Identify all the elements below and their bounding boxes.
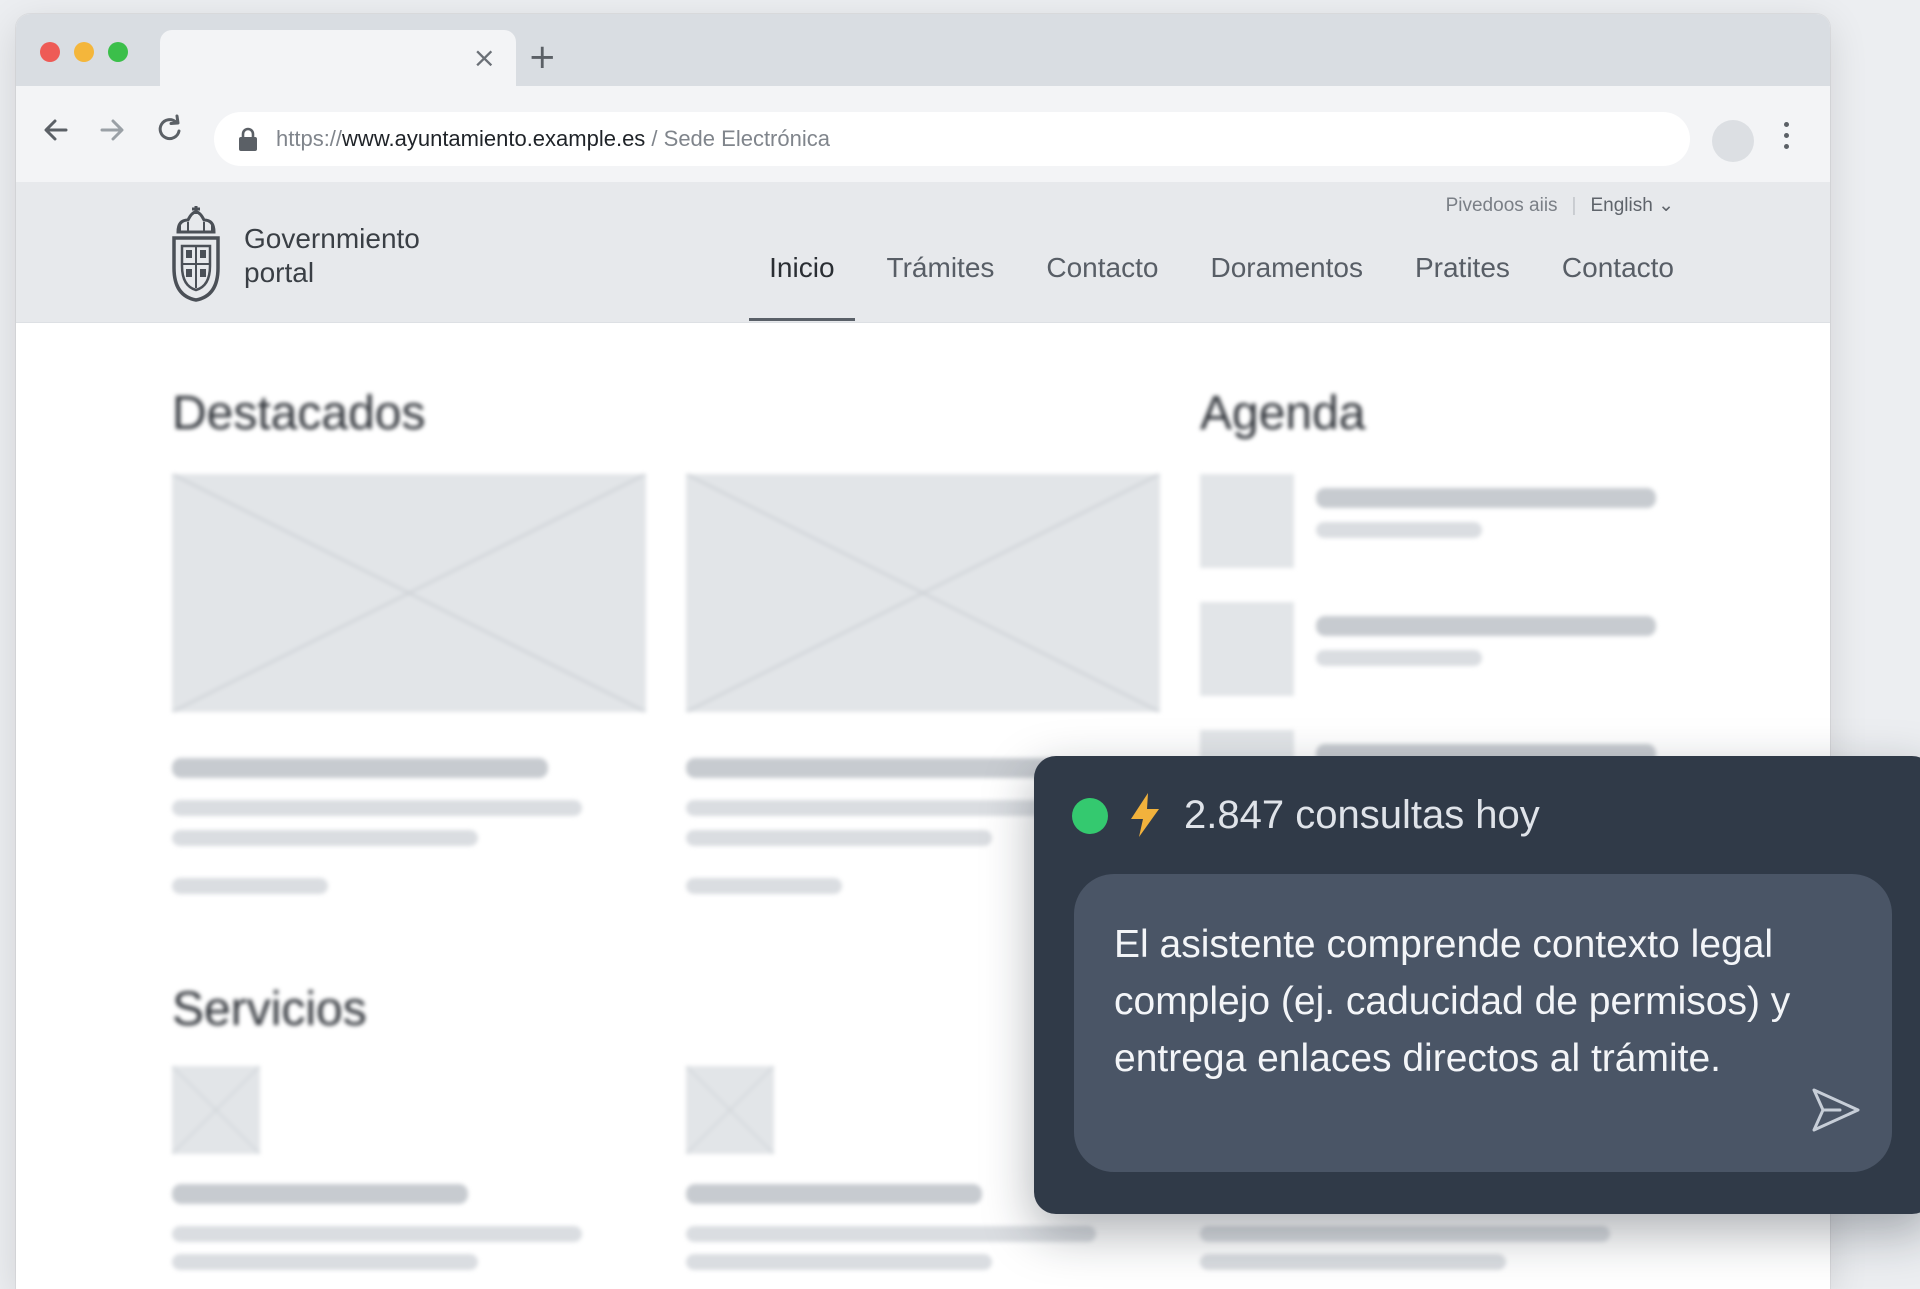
tab-bar: × + (16, 14, 1830, 86)
agenda-thumbnail[interactable] (1200, 474, 1294, 568)
text-placeholder (1200, 1226, 1610, 1242)
maximize-window-button[interactable] (108, 42, 128, 62)
nav-item-contacto[interactable]: Contacto (1046, 248, 1158, 288)
browser-toolbar: https://www.ayuntamiento.example.es / Se… (16, 86, 1830, 183)
close-window-button[interactable] (40, 42, 60, 62)
utility-links: Pivedoos aiis | English ⌄ (1446, 194, 1674, 217)
text-placeholder (172, 1184, 468, 1204)
service-icon-placeholder[interactable] (686, 1066, 774, 1154)
nav-item-doramentos[interactable]: Doramentos (1210, 248, 1363, 288)
featured-heading: Destacados (172, 387, 426, 440)
agenda-thumbnail[interactable] (1200, 602, 1294, 696)
utility-link[interactable]: Pivedoos aiis (1446, 195, 1558, 216)
browser-menu-icon[interactable] (1780, 116, 1792, 166)
minimize-window-button[interactable] (74, 42, 94, 62)
services-heading: Servicios (172, 983, 367, 1036)
text-placeholder (686, 878, 842, 894)
profile-avatar[interactable] (1712, 120, 1754, 162)
forward-icon[interactable] (92, 110, 132, 150)
text-placeholder (172, 1226, 582, 1242)
logo-line-2: portal (244, 257, 315, 288)
text-placeholder (686, 830, 992, 846)
agenda-heading: Agenda (1200, 387, 1366, 440)
reload-icon[interactable] (150, 110, 190, 150)
nav-item-inicio[interactable]: Inicio (749, 248, 856, 321)
nav-item-pratites[interactable]: Pratites (1415, 248, 1510, 288)
language-selector[interactable]: English ⌄ (1590, 195, 1674, 216)
text-placeholder (686, 800, 1046, 816)
new-tab-button[interactable]: + (528, 40, 557, 74)
text-placeholder (1316, 650, 1482, 666)
text-placeholder (686, 1254, 992, 1270)
lightning-icon (1131, 793, 1159, 837)
assistant-message-text: El asistente comprende contexto legal co… (1114, 923, 1791, 1080)
text-placeholder (686, 758, 1062, 778)
text-placeholder (172, 878, 328, 894)
text-placeholder (686, 1226, 1096, 1242)
browser-tab[interactable]: × (160, 30, 516, 86)
text-placeholder (172, 800, 582, 816)
online-status-indicator (1072, 798, 1108, 834)
address-bar[interactable]: https://www.ayuntamiento.example.es / Se… (214, 112, 1690, 166)
featured-image-placeholder[interactable] (686, 474, 1160, 712)
service-icon-placeholder[interactable] (172, 1066, 260, 1154)
assistant-chat-panel: 2.847 consultas hoy El asistente compren… (1034, 756, 1920, 1214)
back-icon[interactable] (36, 110, 76, 150)
text-placeholder (1316, 488, 1656, 508)
text-placeholder (1316, 522, 1482, 538)
main-navigation: Inicio Trámites Contacto Doramentos Prat… (749, 248, 1674, 321)
lock-icon (239, 127, 257, 151)
send-icon[interactable] (1810, 1086, 1862, 1134)
url-text: https://www.ayuntamiento.example.es / Se… (276, 126, 830, 151)
site-logo-text[interactable]: Governmiento portal (244, 222, 420, 290)
text-placeholder (1200, 1254, 1506, 1270)
logo-line-1: Governmiento (244, 223, 420, 254)
close-tab-icon[interactable]: × (473, 42, 496, 74)
text-placeholder (1316, 616, 1656, 636)
queries-count: 2.847 consultas hoy (1184, 793, 1540, 837)
assistant-message-bubble: El asistente comprende contexto legal co… (1074, 874, 1892, 1172)
featured-image-placeholder[interactable] (172, 474, 646, 712)
nav-item-contacto-2[interactable]: Contacto (1562, 248, 1674, 288)
text-placeholder (686, 1184, 982, 1204)
coat-of-arms-icon[interactable] (170, 206, 222, 302)
nav-item-tramites[interactable]: Trámites (887, 248, 995, 288)
site-header: Governmiento portal Pivedoos aiis | Englis… (16, 182, 1830, 323)
text-placeholder (172, 758, 548, 778)
text-placeholder (172, 830, 478, 846)
utility-separator: | (1571, 195, 1577, 216)
text-placeholder (172, 1254, 478, 1270)
